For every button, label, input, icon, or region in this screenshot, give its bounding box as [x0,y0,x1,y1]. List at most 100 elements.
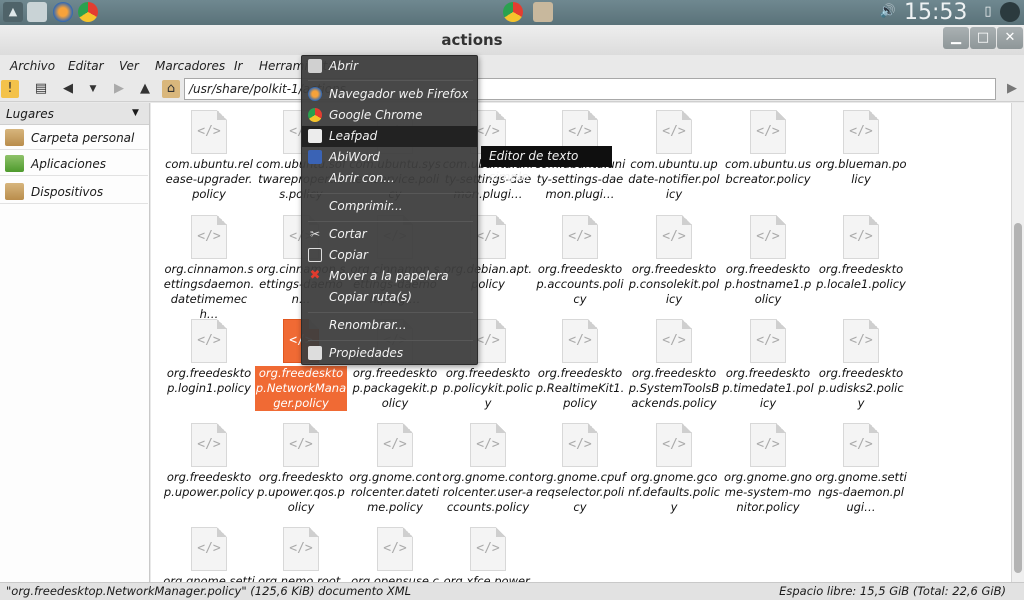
menu-archivo[interactable]: Archivo [10,55,55,77]
ctx-copy-path[interactable]: Copiar ruta(s) [302,287,477,308]
file-manager-task-icon[interactable] [533,2,553,22]
up-arrow-icon[interactable]: ▲ [136,80,154,98]
back-arrow-icon[interactable]: ◀ [59,80,77,98]
file-item[interactable]: </> org.blueman.policy [815,108,907,206]
file-item[interactable]: </> org.xfce.power.policy [442,525,534,582]
chrome-task-icon[interactable] [503,2,523,22]
ctx-label: Abrir con... [329,171,395,185]
file-item[interactable]: </> org.gnome.settings-daemon.plugi… [815,421,907,519]
scrollbar-thumb[interactable] [1014,223,1022,573]
code-glyph-icon: </> [289,437,313,452]
window-list-icon[interactable] [27,2,47,22]
code-glyph-icon: </> [476,437,500,452]
maximize-button[interactable]: □ [970,27,996,49]
ctx-move-to-trash[interactable]: ✖ Mover a la papelera [302,266,477,287]
warning-icon[interactable]: ! [1,80,19,98]
menu-ver[interactable]: Ver [119,55,139,77]
code-glyph-icon: </> [849,124,873,139]
places-selector[interactable]: Lugares ▼ [0,103,149,125]
sidebar-item-devices[interactable]: Dispositivos [0,180,148,204]
menu-marcadores[interactable]: Marcadores [155,55,225,77]
ctx-open-firefox[interactable]: Navegador web Firefox [302,84,477,105]
menu-ir[interactable]: Ir [234,55,242,77]
menu-bar: Archivo Editar Ver Marcadores Ir Herrami… [0,55,1024,77]
xml-file-icon: </> [470,423,506,467]
file-name: org.freedesktop.hostname1.policy [724,262,812,306]
file-item[interactable]: </> org.gnome.controlcenter.datetime.poli… [349,421,441,519]
file-grid: </> com.ubuntu.release-upgrader.policy </>… [151,103,1011,582]
file-item[interactable]: </> org.freedesktop.locale1.policy [815,213,907,311]
volume-icon[interactable]: 🔊 [878,2,898,22]
file-name: org.freedesktop.policykit.policy [443,366,533,410]
forward-arrow-icon[interactable]: ▶ [110,80,128,98]
ctx-label: Mover a la papelera [329,269,449,283]
ctx-open-chrome[interactable]: Google Chrome [302,105,477,126]
file-item[interactable]: </> org.gnome.settings- [163,525,255,582]
ctx-cut[interactable]: ✂ Cortar [302,224,477,245]
chrome-icon[interactable] [78,2,98,22]
user-menu-icon[interactable] [1000,2,1020,22]
code-glyph-icon: </> [849,333,873,348]
file-item[interactable]: </> org.freedesktop.consolekit.policy [628,213,720,311]
file-item[interactable]: </> org.freedesktop.accounts.policy [534,213,626,311]
xml-file-icon: </> [750,423,786,467]
code-glyph-icon: </> [289,541,313,556]
file-item[interactable]: </> org.gnome.controlcenter.user-accounts… [442,421,534,519]
path-scroll-icon[interactable]: ▶ [1003,80,1021,98]
file-item[interactable]: </> com.ubuntu.update-notifier.policy [628,108,720,206]
computer-icon[interactable]: ▤ [32,80,50,98]
file-item[interactable]: </> org.opensuse.cupspkhelper.mech [349,525,441,582]
ctx-label: Copiar ruta(s) [329,290,412,304]
file-item[interactable]: </> org.freedesktop.hostname1.policy [722,213,814,311]
menu-icon[interactable]: ▲ [3,2,23,22]
file-item[interactable]: </> org.freedesktop.upower.qos.policy [255,421,347,519]
title-bar[interactable]: actions ▁ □ ✕ [0,25,1024,55]
file-item[interactable]: </> com.ubuntu.usbcreator.policy [722,108,814,206]
file-item[interactable]: </> org.freedesktop.SystemToolsBackends.p… [628,317,720,415]
history-dropdown-icon[interactable]: ▼ [84,80,102,98]
minimize-button[interactable]: ▁ [943,27,969,49]
file-item[interactable]: </> org.freedesktop.timedate1.policy [722,317,814,415]
file-name: org.freedesktop.login1.policy [166,366,252,395]
file-name: org.gnome.controlcenter.datetime.policy [349,470,441,514]
xml-file-icon: </> [191,215,227,259]
file-item[interactable]: </> com.ubuntu.release-upgrader.policy [163,108,255,206]
file-item[interactable]: </> org.gnome.gnome-system-monitor.policy [722,421,814,519]
home-icon[interactable]: ⌂ [162,80,180,98]
file-item[interactable]: </> org.nemo.root.policy [255,525,347,582]
ctx-open[interactable]: Abrir [302,56,477,77]
sidebar-item-applications[interactable]: Aplicaciones [0,152,148,176]
copy-icon [308,248,322,262]
file-item[interactable]: </> org.gnome.cpufreqselector.policy [534,421,626,519]
code-glyph-icon: </> [756,229,780,244]
ctx-open-leafpad[interactable]: Leafpad [302,126,477,147]
ctx-label: Google Chrome [329,108,423,122]
file-item[interactable]: </> org.freedesktop.login1.policy [163,317,255,415]
clock[interactable]: 15:53 [904,0,967,25]
firefox-icon[interactable] [53,2,73,22]
ctx-copy[interactable]: Copiar [302,245,477,266]
file-item[interactable]: </> org.cinnamon.settingsdaemon.datetimem… [163,213,255,321]
ctx-properties[interactable]: Propiedades [302,343,477,364]
vertical-scrollbar[interactable] [1011,103,1024,582]
status-bar: "org.freedesktop.NetworkManager.policy" … [0,582,1024,600]
file-name: org.gnome.cpufreqselector.policy [534,470,626,514]
file-item[interactable]: </> org.freedesktop.RealtimeKit1.policy [534,317,626,415]
sidebar-item-home[interactable]: Carpeta personal [0,126,148,150]
menu-editar[interactable]: Editar [68,55,104,77]
ctx-rename[interactable]: Renombrar... [302,315,477,336]
context-menu: Abrir Navegador web Firefox Google Chrom… [301,55,478,365]
ctx-open-abiword[interactable]: AbiWord [302,147,477,168]
xml-file-icon: </> [283,423,319,467]
file-item[interactable]: </> org.freedesktop.upower.policy [163,421,255,519]
ctx-open-with[interactable]: Abrir con... [302,168,477,189]
file-item[interactable]: </> org.freedesktop.udisks2.policy [815,317,907,415]
network-icon[interactable]: ▯ [978,2,998,22]
ctx-compress[interactable]: Comprimir... [302,196,477,217]
file-name: org.freedesktop.upower.policy [163,470,255,499]
file-name: org.freedesktop.locale1.policy [816,262,906,291]
close-button[interactable]: ✕ [997,27,1023,49]
file-name: org.freedesktop.accounts.policy [536,262,624,306]
file-item[interactable]: </> org.gnome.gconf.defaults.policy [628,421,720,519]
file-name: com.ubuntu.update-notifier.policy [628,157,720,201]
